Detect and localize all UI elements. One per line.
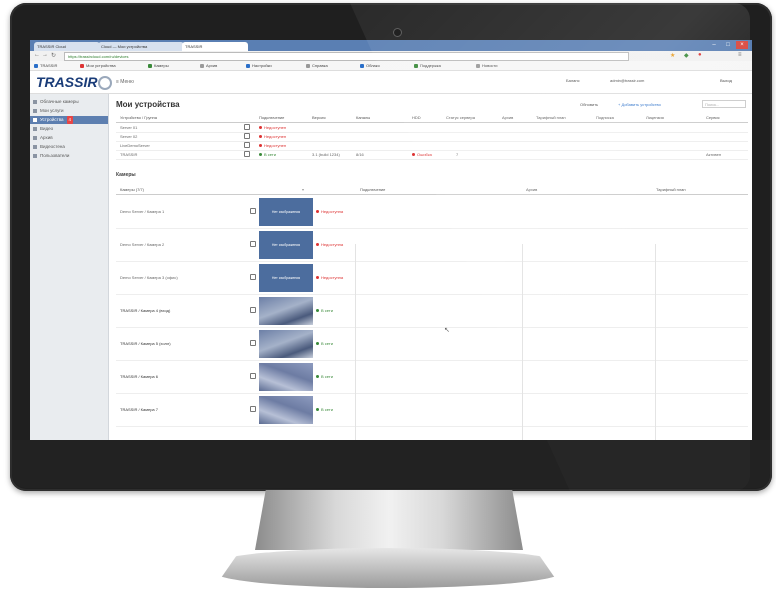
status-dot-icon: [259, 126, 262, 130]
camera-settings-icon[interactable]: [250, 340, 256, 346]
sidebar: Облачные камеры Мои услуги Устройства 4 В…: [30, 94, 109, 440]
camera-status: Недоступна: [316, 275, 343, 280]
device-settings-icon[interactable]: [244, 151, 250, 157]
camera-name[interactable]: TRASSIR / Камера 7: [120, 407, 158, 412]
devices-count-badge: 4: [66, 116, 74, 124]
device-settings-icon[interactable]: [244, 142, 250, 148]
connection-status: В сети: [259, 150, 276, 159]
camera-status: Недоступна: [316, 209, 343, 214]
monitor-base: [214, 548, 562, 588]
cameras-section-title: Камеры: [116, 172, 136, 178]
camera-icon: [33, 100, 37, 104]
bookmark-item[interactable]: Настройки: [246, 62, 272, 69]
bookmark-item[interactable]: TRASSIR: [34, 62, 57, 69]
device-settings-icon[interactable]: [244, 124, 250, 130]
monitor-stand: [255, 490, 523, 550]
mouse-cursor-icon: ↖: [444, 327, 450, 334]
menu-toggle[interactable]: ≡ Меню: [116, 79, 134, 85]
camera-status: В сети: [316, 407, 333, 412]
back-icon[interactable]: ←: [34, 52, 40, 58]
device-name[interactable]: Server 02: [120, 132, 137, 141]
connection-status: Недоступен: [259, 123, 286, 132]
trassir-logo[interactable]: TRASSIR: [36, 74, 97, 90]
connection-status: Недоступен: [259, 132, 286, 141]
status-dot-icon: [316, 375, 319, 379]
camera-name[interactable]: TRASSIR / Камера 6: [120, 374, 158, 379]
bookmark-item[interactable]: Архив: [200, 62, 217, 69]
users-icon: [33, 154, 37, 158]
sidebar-item-video[interactable]: Видео: [30, 125, 108, 133]
device-channels: 8/16: [356, 152, 364, 157]
bookmark-item[interactable]: Мои устройства: [80, 62, 116, 69]
status-dot-icon: [316, 309, 319, 313]
page-title: Мои устройства: [116, 100, 180, 109]
device-name[interactable]: LiveDemoServer: [120, 141, 150, 150]
camera-status: В сети: [316, 374, 333, 379]
status-dot-icon: [259, 144, 262, 148]
camera-thumbnail[interactable]: [259, 363, 313, 391]
camera-settings-icon[interactable]: [250, 208, 256, 214]
camera-settings-icon[interactable]: [250, 274, 256, 280]
camera-name[interactable]: Demo Server / Камера 3 (офис): [120, 275, 178, 280]
camera-name[interactable]: TRASSIR / Камера 5 (холл): [120, 341, 171, 346]
browser-tab[interactable]: TRASSIR Cloud: [34, 42, 100, 51]
video-icon: [33, 127, 37, 131]
device-name[interactable]: Server 01: [120, 123, 137, 132]
bookmark-item[interactable]: Камеры: [148, 62, 169, 69]
status-dot-icon: [316, 243, 319, 247]
camera-thumbnail[interactable]: Нет изображения: [259, 264, 313, 292]
camera-name[interactable]: Demo Server / Камера 2: [120, 242, 164, 247]
bookmark-item[interactable]: Облако: [360, 62, 380, 69]
camera-name[interactable]: Demo Server / Камера 1: [120, 209, 164, 214]
camera-status: В сети: [316, 341, 333, 346]
device-settings-icon[interactable]: [244, 133, 250, 139]
logo-ring-icon: [98, 76, 112, 90]
bookmark-item[interactable]: Справка: [306, 62, 328, 69]
status-dot-icon: [316, 210, 319, 214]
camera-settings-icon[interactable]: [250, 373, 256, 379]
camera-status: В сети: [316, 308, 333, 313]
camera-thumbnail[interactable]: [259, 330, 313, 358]
status-dot-icon: [412, 153, 415, 157]
connection-status: Недоступен: [259, 141, 286, 150]
sidebar-item-archive[interactable]: Архив: [30, 134, 108, 142]
reload-icon[interactable]: ↻: [51, 52, 56, 59]
camera-settings-icon[interactable]: [250, 307, 256, 313]
forward-icon[interactable]: →: [42, 52, 48, 58]
status-dot-icon: [259, 135, 262, 139]
device-name[interactable]: TRASSIR: [120, 150, 137, 159]
status-dot-icon: [316, 408, 319, 412]
camera-name[interactable]: TRASSIR / Камера 4 (вход): [120, 308, 170, 313]
camera-status: Недоступна: [316, 242, 343, 247]
browser-tab[interactable]: Cloud — Мои устройства: [98, 42, 184, 51]
camera-thumbnail[interactable]: Нет изображения: [259, 231, 313, 259]
camera-thumbnail[interactable]: Нет изображения: [259, 198, 313, 226]
camera-thumbnail[interactable]: [259, 297, 313, 325]
col-header[interactable]: Подключение: [259, 114, 284, 122]
col-header[interactable]: Каналы: [356, 114, 370, 122]
camera-settings-icon[interactable]: [250, 406, 256, 412]
device-version: 3.1 (build 1234): [312, 152, 340, 157]
devices-icon: [33, 118, 37, 122]
sidebar-item-devices[interactable]: Устройства 4: [30, 116, 108, 124]
camera-settings-icon[interactable]: [250, 241, 256, 247]
column-divider: [355, 244, 356, 440]
sidebar-item-services[interactable]: Мои услуги: [30, 107, 108, 115]
status-dot-icon: [259, 153, 262, 157]
cameras-filter[interactable]: Камеры (7/7): [120, 186, 144, 194]
services-icon: [33, 109, 37, 113]
sidebar-item-cloud-cameras[interactable]: Облачные камеры: [30, 98, 108, 106]
archive-icon: [33, 136, 37, 140]
col-header[interactable]: Устройство / Группа: [120, 114, 157, 122]
status-dot-icon: [316, 276, 319, 280]
chevron-down-icon[interactable]: ▾: [302, 186, 304, 194]
sidebar-item-users[interactable]: Пользователи: [30, 152, 108, 160]
status-dot-icon: [316, 342, 319, 346]
sidebar-item-videowall[interactable]: Видеостена: [30, 143, 108, 151]
camera-thumbnail[interactable]: [259, 396, 313, 424]
col-header[interactable]: Версия: [312, 114, 326, 122]
browser-tab-active[interactable]: TRASSIR: [182, 42, 248, 51]
col-header[interactable]: Подключение: [360, 186, 385, 194]
videowall-icon: [33, 145, 37, 149]
